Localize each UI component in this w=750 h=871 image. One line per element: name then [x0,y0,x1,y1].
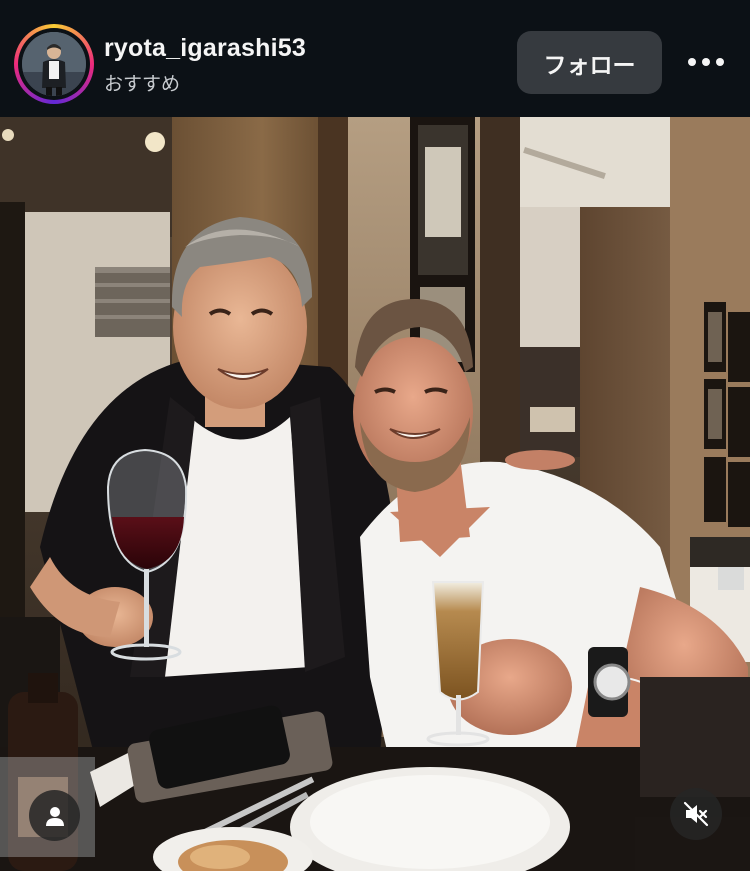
photo-illustration [0,117,750,871]
more-horizontal-icon [688,58,724,66]
avatar[interactable] [22,32,86,96]
story-ring[interactable] [14,24,94,104]
post-photo[interactable] [0,117,750,871]
avatar-image [22,32,86,96]
user-tag-button[interactable] [29,790,80,841]
mute-toggle-button[interactable] [670,788,722,840]
post-header: ryota_igarashi53 おすすめ フォロー [0,0,750,117]
speaker-muted-icon [683,801,709,827]
user-tag-icon [45,806,64,826]
suggested-label: おすすめ [104,74,181,95]
follow-button[interactable]: フォロー [517,31,662,94]
avatar-gap [18,28,90,100]
username-link[interactable]: ryota_igarashi53 [104,34,306,63]
instagram-post: ryota_igarashi53 おすすめ フォロー [0,0,750,871]
more-options-button[interactable] [684,44,728,80]
